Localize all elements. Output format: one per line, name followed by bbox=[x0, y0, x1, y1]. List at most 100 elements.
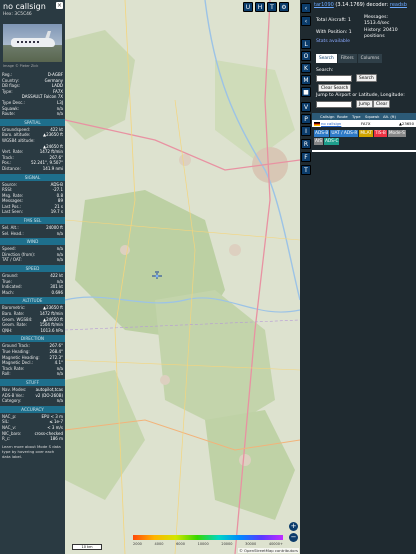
l-button[interactable]: L bbox=[301, 39, 311, 49]
detail-value: n/a bbox=[56, 371, 63, 377]
altitude-tick-label: 6000 bbox=[176, 542, 185, 546]
h-button[interactable]: H bbox=[255, 2, 265, 12]
detail-value: 1013.6 hPa bbox=[40, 327, 64, 333]
table-row[interactable]: no callsign FA7X ▲23650 bbox=[312, 120, 416, 127]
town-area bbox=[160, 375, 170, 385]
detail-label: Route: bbox=[2, 111, 15, 117]
scale-bar: 10 km bbox=[72, 544, 102, 550]
section-spatial[interactable]: SPATIAL bbox=[0, 118, 65, 126]
clear-jump-button[interactable]: Clear bbox=[373, 100, 391, 108]
section-accuracy[interactable]: ACCURACY bbox=[0, 405, 65, 413]
stats-link[interactable]: Stats available bbox=[316, 39, 350, 44]
detail-label: Sel. Head.: bbox=[2, 230, 24, 236]
tab-search[interactable]: Search bbox=[316, 54, 337, 63]
section-stuff[interactable]: STUFF bbox=[0, 378, 65, 386]
map-view[interactable]: U H T ⚙ + − 10 km 2000 4000 6000 10000 20000… bbox=[65, 0, 300, 554]
map-canvas bbox=[65, 0, 300, 554]
r-button[interactable]: R bbox=[301, 139, 311, 149]
altitude-tick-label: 40000+ bbox=[268, 542, 283, 546]
row-callsign[interactable]: no callsign bbox=[321, 121, 349, 126]
jump-label: Jump to Airport or Latitude, Longitude: bbox=[316, 93, 405, 98]
collapse-left-button[interactable]: ‹ bbox=[301, 3, 311, 13]
detail-label: TAT / OAT: bbox=[2, 257, 22, 263]
town-area bbox=[120, 245, 130, 255]
tar1090-link[interactable]: tar1090 bbox=[314, 2, 334, 8]
clear-search-button[interactable]: Clear Search bbox=[318, 84, 352, 92]
total-aircraft: Total Aircraft: 1 bbox=[316, 18, 351, 23]
section-speed[interactable]: SPEED bbox=[0, 265, 65, 273]
section-fms[interactable]: FMS SEL bbox=[0, 217, 65, 225]
map-top-buttons: U H T ⚙ bbox=[243, 2, 289, 12]
detail-label: Category: bbox=[2, 398, 22, 404]
detail-row: Last Seen: 19.7 s bbox=[0, 209, 65, 215]
app-root: no callsign Hex: 3C5C46 × Image © Pieter… bbox=[0, 0, 416, 554]
settings-icon[interactable]: ⚙ bbox=[279, 2, 289, 12]
source-badge: AIS bbox=[314, 138, 323, 145]
section-wind[interactable]: WIND bbox=[0, 238, 65, 246]
town-area bbox=[179, 154, 191, 166]
detail-value: 19.7 s bbox=[50, 209, 63, 215]
hex-value: 3C5C46 bbox=[14, 12, 32, 17]
altitude-legend-ticks: 2000 4000 6000 10000 20000 30000 40000+ bbox=[133, 542, 283, 546]
detail-value: n/a bbox=[56, 257, 63, 263]
version-header: tar1090 (3.14.1769) decoder: readsb bbox=[314, 2, 407, 8]
tab-columns[interactable]: Columns bbox=[357, 54, 383, 63]
col-callsign[interactable]: Callsign bbox=[318, 115, 335, 119]
t-button[interactable]: T bbox=[267, 2, 277, 12]
jump-button[interactable]: Jump bbox=[356, 100, 373, 108]
table-header: Callsign Route Type Squawk Alt. (ft) bbox=[312, 113, 416, 120]
learn-more-note: Learn more about Mode S data type by hov… bbox=[2, 443, 61, 459]
decoder-link[interactable]: readsb bbox=[390, 2, 407, 8]
callsign-title: no callsign bbox=[3, 2, 46, 11]
k-button[interactable]: K bbox=[301, 63, 311, 73]
o-button[interactable]: O bbox=[301, 51, 311, 61]
collapse-right-button[interactable]: ‹ bbox=[301, 16, 311, 26]
map-attribution[interactable]: © OpenStreetMap contributors bbox=[238, 548, 299, 553]
hex-line: Hex: 3C5C46 bbox=[3, 12, 32, 17]
list-tabs: Search Filters Columns bbox=[316, 54, 383, 63]
search-label: Search: bbox=[316, 68, 334, 73]
messages-value: 1513.4/sec bbox=[364, 21, 390, 26]
col-alt[interactable]: Alt. (ft) bbox=[381, 115, 399, 119]
source-legend: ADS-B UAT / ADS-R MLAT TIS-B Mode-S AIS ADS-C bbox=[314, 130, 414, 146]
detail-row: Distance: 141.9 nmi bbox=[0, 166, 65, 172]
row-altitude: ▲23650 bbox=[399, 121, 414, 126]
col-type[interactable]: Type bbox=[350, 115, 363, 119]
col-route[interactable]: Route bbox=[335, 115, 350, 119]
t-button[interactable]: T bbox=[301, 165, 311, 175]
section-altitude[interactable]: ALTITUDE bbox=[0, 297, 65, 305]
altitude-tick-label: 4000 bbox=[154, 542, 164, 546]
detail-label: WGS84 altitude: bbox=[2, 137, 35, 143]
detail-row: Roll: n/a bbox=[0, 371, 65, 377]
square-button[interactable]: ■ bbox=[301, 87, 311, 97]
source-badge: ADS-B bbox=[314, 130, 330, 137]
altitude-tick-label: 20000 bbox=[221, 542, 233, 546]
v-button[interactable]: V bbox=[301, 102, 311, 112]
m-button[interactable]: M bbox=[301, 75, 311, 85]
zoom-in-button[interactable]: + bbox=[289, 522, 298, 531]
p-button[interactable]: P bbox=[301, 114, 311, 124]
i-button[interactable]: I bbox=[301, 126, 311, 136]
zoom-out-button[interactable]: − bbox=[289, 533, 298, 542]
search-button[interactable]: Search bbox=[356, 74, 377, 82]
search-input[interactable] bbox=[316, 75, 352, 82]
u-button[interactable]: U bbox=[243, 2, 253, 12]
close-icon[interactable]: × bbox=[56, 2, 63, 9]
jump-input[interactable] bbox=[316, 101, 352, 108]
scrollbar[interactable] bbox=[312, 150, 416, 152]
detail-label: Roll: bbox=[2, 371, 11, 377]
messages-label: Messages: bbox=[364, 15, 389, 20]
altitude-tick-label: 10000 bbox=[197, 542, 209, 546]
detail-value: n/a bbox=[56, 230, 63, 236]
f-button[interactable]: F bbox=[301, 152, 311, 162]
map-button-strip: ‹ ‹ L O K M ■ V P I R F T bbox=[300, 0, 312, 554]
with-position: With Position: 1 bbox=[316, 30, 352, 35]
col-squawk[interactable]: Squawk bbox=[363, 115, 381, 119]
section-signal[interactable]: SIGNAL bbox=[0, 173, 65, 181]
tab-filters[interactable]: Filters bbox=[337, 54, 357, 63]
altitude-tick-label: 2000 bbox=[133, 542, 142, 546]
detail-value: ▲23650 ft bbox=[43, 132, 63, 138]
section-direction[interactable]: DIRECTION bbox=[0, 335, 65, 343]
aircraft-photo[interactable] bbox=[3, 24, 62, 62]
detail-label: Mach: bbox=[2, 289, 14, 295]
